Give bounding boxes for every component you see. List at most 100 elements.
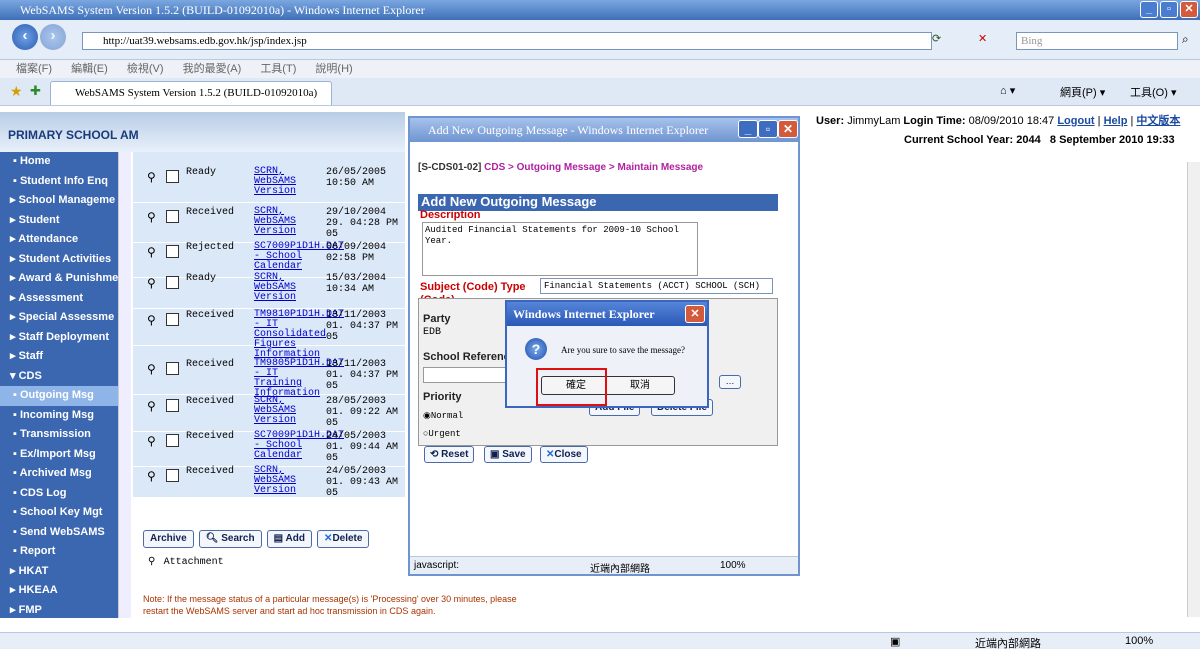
home-icon[interactable]: ⌂ ▾ [1000,84,1015,97]
popup-minimize-button[interactable]: _ [738,120,758,138]
screen-code: [S-CDS01-02] [418,162,482,173]
close-label: Close [554,449,582,460]
message-file-link[interactable]: TM9810P1D1H.DAT - IT Consolidated Figure… [254,310,344,360]
toolbar-tools[interactable]: 工具(O) ▾ [1130,84,1176,100]
sidebar-item-report[interactable]: ▪ Report [0,542,118,562]
forward-icon[interactable]: › [40,24,66,50]
save-button[interactable]: ▣ Save [484,446,532,463]
stop-icon[interactable]: ✕ [978,32,987,45]
sidebar-item-cds-log[interactable]: ▪ CDS Log [0,484,118,504]
cancel-button[interactable]: 取消 [605,376,675,395]
url-field[interactable]: http://uat39.websams.edb.gov.hk/jsp/inde… [82,32,932,50]
priority-normal-radio[interactable]: ◉Normal [423,411,463,421]
status-icon: ▣ [890,636,901,648]
message-status: Ready [186,167,217,178]
menu-bar: 檔案(F) 編輯(E) 檢視(V) 我的最愛(A) 工具(T) 說明(H) [0,60,1200,78]
sidebar-item-cds[interactable]: ▾ CDS [0,367,118,387]
maximize-button[interactable]: ▫ [1160,1,1178,18]
breadcrumb-link[interactable]: CDS > Outgoing Message > Maintain Messag… [484,162,703,173]
sidebar-item-assessment[interactable]: ▸ Assessment [0,289,118,309]
help-link[interactable]: Help [1104,115,1128,127]
subject-select[interactable]: Financial Statements (ACCT) SCHOOL (SCH) [540,278,773,294]
dialog-close-icon[interactable]: ✕ [685,305,705,323]
row-checkbox[interactable] [166,276,179,289]
popup-zoom[interactable]: 100% [720,560,746,571]
sidebar-item-send-websams[interactable]: ▪ Send WebSAMS [0,523,118,543]
menu-favorites[interactable]: 我的最愛(A) [183,63,242,75]
logout-link[interactable]: Logout [1057,115,1094,127]
favorites-star-icon[interactable]: ★ [10,83,23,100]
sidebar-item-transmission[interactable]: ▪ Transmission [0,425,118,445]
add-icon: ▤ [273,533,284,544]
add-favorite-icon[interactable]: ✚ [30,83,41,99]
sidebar-item-student[interactable]: ▸ Student [0,211,118,231]
refresh-icon[interactable]: ⟳ [932,32,941,45]
school-title: PRIMARY SCHOOL AM [8,128,139,142]
row-checkbox[interactable] [166,399,179,412]
chinese-link[interactable]: 中文版本 [1136,115,1180,127]
message-file-link[interactable]: SCRN, WebSAMS Version [254,466,322,496]
search-input[interactable]: Bing [1016,32,1178,50]
row-checkbox[interactable] [166,313,179,326]
message-file-link[interactable]: SCRN, WebSAMS Version [254,167,322,197]
archive-button[interactable]: Archive [143,530,194,548]
back-icon[interactable]: ‹ [12,24,38,50]
sidebar-item-incoming-msg[interactable]: ▪ Incoming Msg [0,406,118,426]
search-button[interactable]: 🔍︎ Search [198,530,262,548]
sidebar-item-school-key-mgt[interactable]: ▪ School Key Mgt [0,503,118,523]
browser-tab[interactable]: WebSAMS System Version 1.5.2 (BUILD-0109… [50,81,332,105]
popup-maximize-button[interactable]: ▫ [758,120,778,138]
sidebar-item-student-activities[interactable]: ▸ Student Activities [0,250,118,270]
sidebar-item-attendance[interactable]: ▸ Attendance [0,230,118,250]
row-checkbox[interactable] [166,434,179,447]
row-checkbox[interactable] [166,170,179,183]
sidebar-item-label: FMP [18,603,42,616]
browse-button[interactable]: … [719,375,741,389]
sidebar-item-hkeaa[interactable]: ▸ HKEAA [0,581,118,601]
sidebar-item-hkat[interactable]: ▸ HKAT [0,562,118,582]
sidebar-item-special-assessme[interactable]: ▸ Special Assessme [0,308,118,328]
toolbar-page[interactable]: 網頁(P) ▾ [1060,84,1105,100]
sidebar-item-staff[interactable]: ▸ Staff [0,347,118,367]
menu-view[interactable]: 檢視(V) [127,63,164,75]
message-file-link[interactable]: SCRN, WebSAMS Version [254,207,322,237]
search-icon[interactable]: ⌕ [1182,32,1189,47]
menu-edit[interactable]: 編輯(E) [71,63,108,75]
row-checkbox[interactable] [166,362,179,375]
dialog-message: Are you sure to save the message? [561,345,685,355]
sidebar-scrollbar[interactable] [118,152,131,618]
popup-close-button[interactable]: ✕ [778,120,798,138]
sidebar-item-archived-msg[interactable]: ▪ Archived Msg [0,464,118,484]
subject-label: Subject (Code) Type [420,281,526,293]
sidebar-item-award-punishme[interactable]: ▸ Award & Punishme [0,269,118,289]
message-file-link[interactable]: SCRN, WebSAMS Version [254,273,322,303]
row-checkbox[interactable] [166,469,179,482]
sidebar-item-fmp[interactable]: ▸ FMP [0,601,118,621]
sidebar-item-outgoing-msg[interactable]: ▪ Outgoing Msg [0,386,118,406]
message-file-link[interactable]: SC7009P1D1H.DAT - School Calendar [254,242,344,272]
row-checkbox[interactable] [166,245,179,258]
priority-urgent-radio[interactable]: ○Urgent [423,429,461,439]
close-button[interactable]: ✕ [1180,1,1198,18]
message-date: 29/10/2004 29. 04:28 PM 05 [326,207,399,240]
sidebar-item-home[interactable]: ▪ Home [0,152,118,172]
add-button[interactable]: ▤ Add [266,530,312,548]
sidebar-item-ex-import-msg[interactable]: ▪ Ex/Import Msg [0,445,118,465]
main-scrollbar[interactable] [1187,162,1200,617]
reset-button[interactable]: ⟲ Reset [424,446,475,463]
description-textarea[interactable]: Audited Financial Statements for 2009-10… [422,222,698,276]
sidebar-item-school-manageme[interactable]: ▸ School Manageme [0,191,118,211]
menu-tools[interactable]: 工具(T) [260,63,296,75]
close-form-button[interactable]: ✕Close [540,446,588,463]
row-checkbox[interactable] [166,210,179,223]
minimize-button[interactable]: _ [1140,1,1158,18]
bullet-icon: ▸ [10,330,16,343]
message-file-link[interactable]: SC7009P1D1H.DAT - School Calendar [254,431,344,461]
sidebar-item-staff-deployment[interactable]: ▸ Staff Deployment [0,328,118,348]
message-file-link[interactable]: SCRN, WebSAMS Version [254,396,322,426]
zoom-level[interactable]: 100% [1125,635,1153,647]
delete-button[interactable]: ✕Delete [317,530,370,548]
menu-file[interactable]: 檔案(F) [16,63,52,75]
sidebar-item-student-info-enq[interactable]: ▪ Student Info Enq [0,172,118,192]
menu-help[interactable]: 說明(H) [315,63,352,75]
